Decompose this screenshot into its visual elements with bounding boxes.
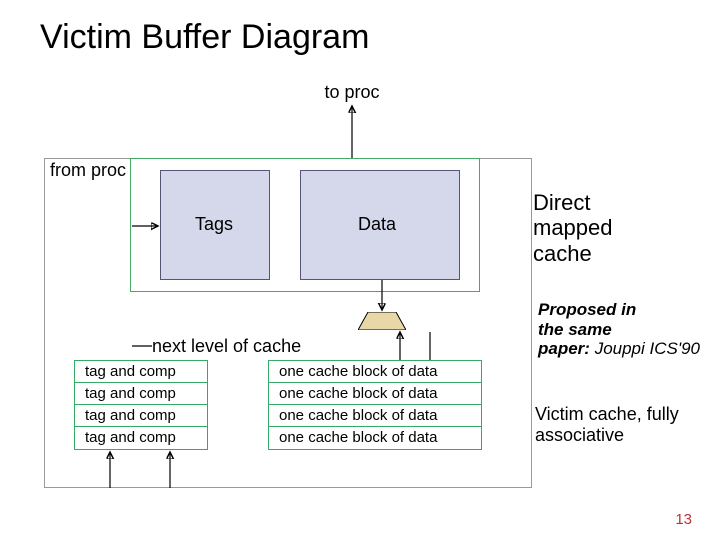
victim-data-row: one cache block of data: [269, 405, 481, 427]
label-tags: Tags: [195, 214, 233, 235]
victim-tag-row: tag and comp: [75, 405, 207, 427]
mux-trapezoid: [358, 312, 406, 330]
victim-data-row: one cache block of data: [269, 427, 481, 449]
victim-tag-row: tag and comp: [75, 427, 207, 449]
victim-data-row: one cache block of data: [269, 383, 481, 405]
page-number: 13: [675, 511, 692, 528]
label-to-proc: to proc: [312, 82, 392, 103]
victim-tag-row: tag and comp: [75, 383, 207, 405]
victim-tag-table: tag and comp tag and comp tag and comp t…: [74, 360, 208, 450]
note-proposed-in-paper: Proposed in the same paper: Jouppi ICS'9…: [538, 300, 700, 359]
victim-tag-row: tag and comp: [75, 361, 207, 383]
label-victim-cache: Victim cache, fullyassociative: [535, 404, 679, 445]
slide-title: Victim Buffer Diagram: [40, 18, 369, 57]
victim-data-table: one cache block of data one cache block …: [268, 360, 482, 450]
label-direct-mapped-cache: Directmappedcache: [533, 190, 613, 266]
label-from-proc: from proc: [50, 160, 126, 181]
label-data: Data: [358, 214, 396, 235]
victim-data-row: one cache block of data: [269, 361, 481, 383]
label-next-level-of-cache: next level of cache: [152, 336, 301, 357]
